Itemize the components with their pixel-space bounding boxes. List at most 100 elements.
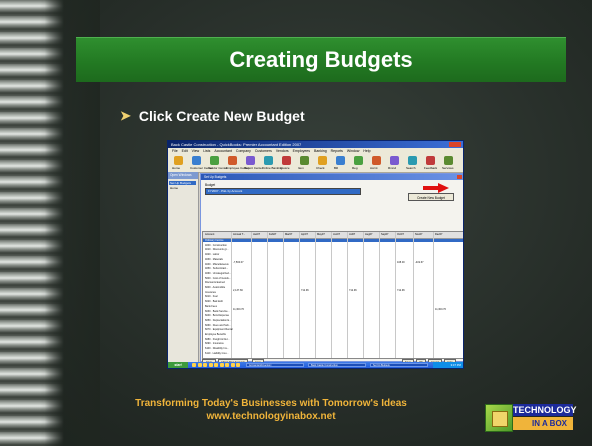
table-row[interactable]: Employee Benefits — [203, 333, 463, 337]
taskbar-item[interactable]: Set Up Budgets — [370, 363, 428, 367]
menu-item[interactable]: Employees — [293, 149, 310, 153]
grid-account-cell[interactable]: 6090 · Insurance — [205, 342, 224, 345]
table-row[interactable]: 6020 · Bad debt — [203, 300, 463, 304]
menu-item[interactable]: Help — [363, 149, 370, 153]
toolbar-icon[interactable] — [228, 156, 237, 165]
start-button[interactable]: start — [168, 362, 188, 368]
grid-value-cell[interactable]: 108.00 — [397, 261, 405, 265]
quick-launch-icon[interactable] — [230, 363, 235, 367]
table-row[interactable]: Ordinary Income — [203, 239, 463, 243]
grid-account-cell[interactable]: 6010 · Fuel — [205, 295, 218, 298]
quick-launch-icon[interactable] — [208, 363, 213, 367]
grid-account-cell[interactable]: Discounts Earned — [205, 281, 225, 284]
grid-value-cell[interactable]: 712.96 — [349, 289, 357, 293]
table-row[interactable]: 4060 · Uncategorized... — [203, 272, 463, 276]
grid-account-cell[interactable]: 4050 · Subcontract... — [205, 267, 228, 270]
table-row[interactable]: 6040 · Bond Expense — [203, 314, 463, 318]
grid-account-cell[interactable]: 4010 · Discounts gi... — [205, 248, 228, 251]
grid-account-cell[interactable]: 5000 · Cost of Goods... — [205, 277, 231, 280]
grid-value-cell[interactable]: 712.96 — [397, 289, 405, 293]
taskbar-item[interactable]: Back Castle Construction — [308, 363, 366, 367]
table-row[interactable]: 6100 · Disability Ins... — [203, 347, 463, 351]
menu-item[interactable]: Edit — [182, 149, 188, 153]
quick-launch-icon[interactable] — [197, 363, 202, 367]
grid-value-cell[interactable]: -419.67 — [415, 261, 423, 265]
table-row[interactable]: 6080 · Freight & Del... — [203, 338, 463, 342]
grid-account-cell[interactable]: 4020 · Labor — [205, 253, 219, 256]
taskbar-item[interactable]: Accountant/Inventory — [246, 363, 304, 367]
grid-account-cell[interactable]: 6110 · Liability Insu... — [205, 352, 228, 355]
toolbar-icon[interactable] — [318, 156, 327, 165]
toolbar-icon[interactable] — [408, 156, 417, 165]
toolbar-icon[interactable] — [174, 156, 183, 165]
menu-item[interactable]: Window — [347, 149, 359, 153]
window-close-button[interactable] — [449, 142, 461, 147]
toolbar-icon[interactable] — [426, 156, 435, 165]
grid-account-cell[interactable]: 6070 · Equipment Rental — [205, 328, 233, 331]
menu-item[interactable]: Reports — [331, 149, 343, 153]
table-row[interactable]: 4010 · Discounts gi... — [203, 248, 463, 252]
toolbar-icon[interactable] — [390, 156, 399, 165]
table-row[interactable]: 6050 · Depreciation E... — [203, 319, 463, 323]
menu-item[interactable]: Lists — [203, 149, 210, 153]
table-row[interactable]: 6110 · Liability Insu... — [203, 352, 463, 356]
grid-account-cell[interactable]: 4060 · Uncategorized... — [205, 272, 231, 275]
table-row[interactable]: 6070 · Equipment Rental — [203, 328, 463, 332]
grid-value-cell[interactable]: 11,300.76 — [435, 308, 446, 312]
menu-item[interactable]: Company — [236, 149, 251, 153]
menu-item[interactable]: Accountant — [214, 149, 232, 153]
open-window-item[interactable]: Home — [170, 186, 178, 190]
toolbar-icon[interactable] — [444, 156, 453, 165]
quick-launch-icon[interactable] — [225, 363, 229, 367]
quick-launch-icon[interactable] — [236, 363, 240, 367]
grid-account-cell[interactable]: 4040 · Miscellaneous — [205, 263, 229, 266]
grid-account-cell[interactable]: 6030 · Bank Service... — [205, 310, 230, 313]
menu-item[interactable]: Banking — [314, 149, 327, 153]
quick-launch-icon[interactable] — [219, 363, 224, 367]
budget-select[interactable]: FY2007 - P&L by Account — [205, 188, 361, 195]
menu-item[interactable]: View — [192, 149, 200, 153]
quick-launch-icon[interactable] — [192, 363, 196, 367]
toolbar-icon[interactable] — [372, 156, 381, 165]
menu-item[interactable]: Customers — [255, 149, 272, 153]
grid-account-cell[interactable]: Ordinary Income — [205, 239, 223, 242]
grid-account-cell[interactable]: Employee Benefits — [205, 333, 226, 336]
toolbar-icon[interactable] — [282, 156, 291, 165]
open-window-item[interactable]: Set Up Budgets — [170, 181, 191, 185]
toolbar-icon[interactable] — [192, 156, 201, 165]
toolbar-icon[interactable] — [354, 156, 363, 165]
create-new-budget-button[interactable]: Create New Budget — [408, 193, 454, 201]
toolbar-icon[interactable] — [210, 156, 219, 165]
grid-value-cell[interactable]: 712.96 — [301, 289, 309, 293]
table-row[interactable]: 6060 · Dues and Sub... — [203, 324, 463, 328]
grid-account-cell[interactable]: Insurance — [205, 291, 216, 294]
menu-item[interactable]: File — [172, 149, 178, 153]
grid-value-cell[interactable]: 11,300.76 — [233, 308, 244, 312]
grid-account-cell[interactable]: 6100 · Disability Ins... — [205, 347, 229, 350]
table-row[interactable]: 6010 · Fuel — [203, 295, 463, 299]
grid-value-cell[interactable]: 2,137.66 — [233, 289, 243, 293]
quick-launch-icon[interactable] — [203, 363, 207, 367]
table-row[interactable]: 4020 · Labor — [203, 253, 463, 257]
menu-item[interactable]: Vendors — [276, 149, 289, 153]
table-row[interactable]: 5000 · Cost of Goods... — [203, 277, 463, 281]
table-row[interactable]: 4050 · Subcontract... — [203, 267, 463, 271]
grid-account-cell[interactable]: 6050 · Depreciation E... — [205, 319, 231, 322]
grid-account-cell[interactable]: 6080 · Freight & Del... — [205, 338, 229, 341]
grid-value-cell[interactable]: -7,500.07 — [233, 261, 244, 265]
toolbar-icon[interactable] — [336, 156, 345, 165]
toolbar-icon[interactable] — [264, 156, 273, 165]
table-row[interactable]: 4000 · Construction — [203, 244, 463, 248]
dialog-close-button[interactable] — [457, 175, 462, 179]
table-row[interactable]: Discounts Earned — [203, 281, 463, 285]
grid-account-cell[interactable]: 6060 · Dues and Sub... — [205, 324, 231, 327]
toolbar-icon[interactable] — [246, 156, 255, 165]
grid-account-cell[interactable]: 4030 · Materials — [205, 258, 223, 261]
grid-account-cell[interactable]: 6000 · Automobile — [205, 286, 225, 289]
grid-account-cell[interactable]: 4000 · Construction — [205, 244, 227, 247]
grid-account-cell[interactable]: Bank Fees — [205, 305, 217, 308]
table-row[interactable]: 6090 · Insurance — [203, 342, 463, 346]
quick-launch-icon[interactable] — [214, 363, 218, 367]
grid-account-cell[interactable]: 6040 · Bond Expense — [205, 314, 229, 317]
toolbar-icon[interactable] — [300, 156, 309, 165]
